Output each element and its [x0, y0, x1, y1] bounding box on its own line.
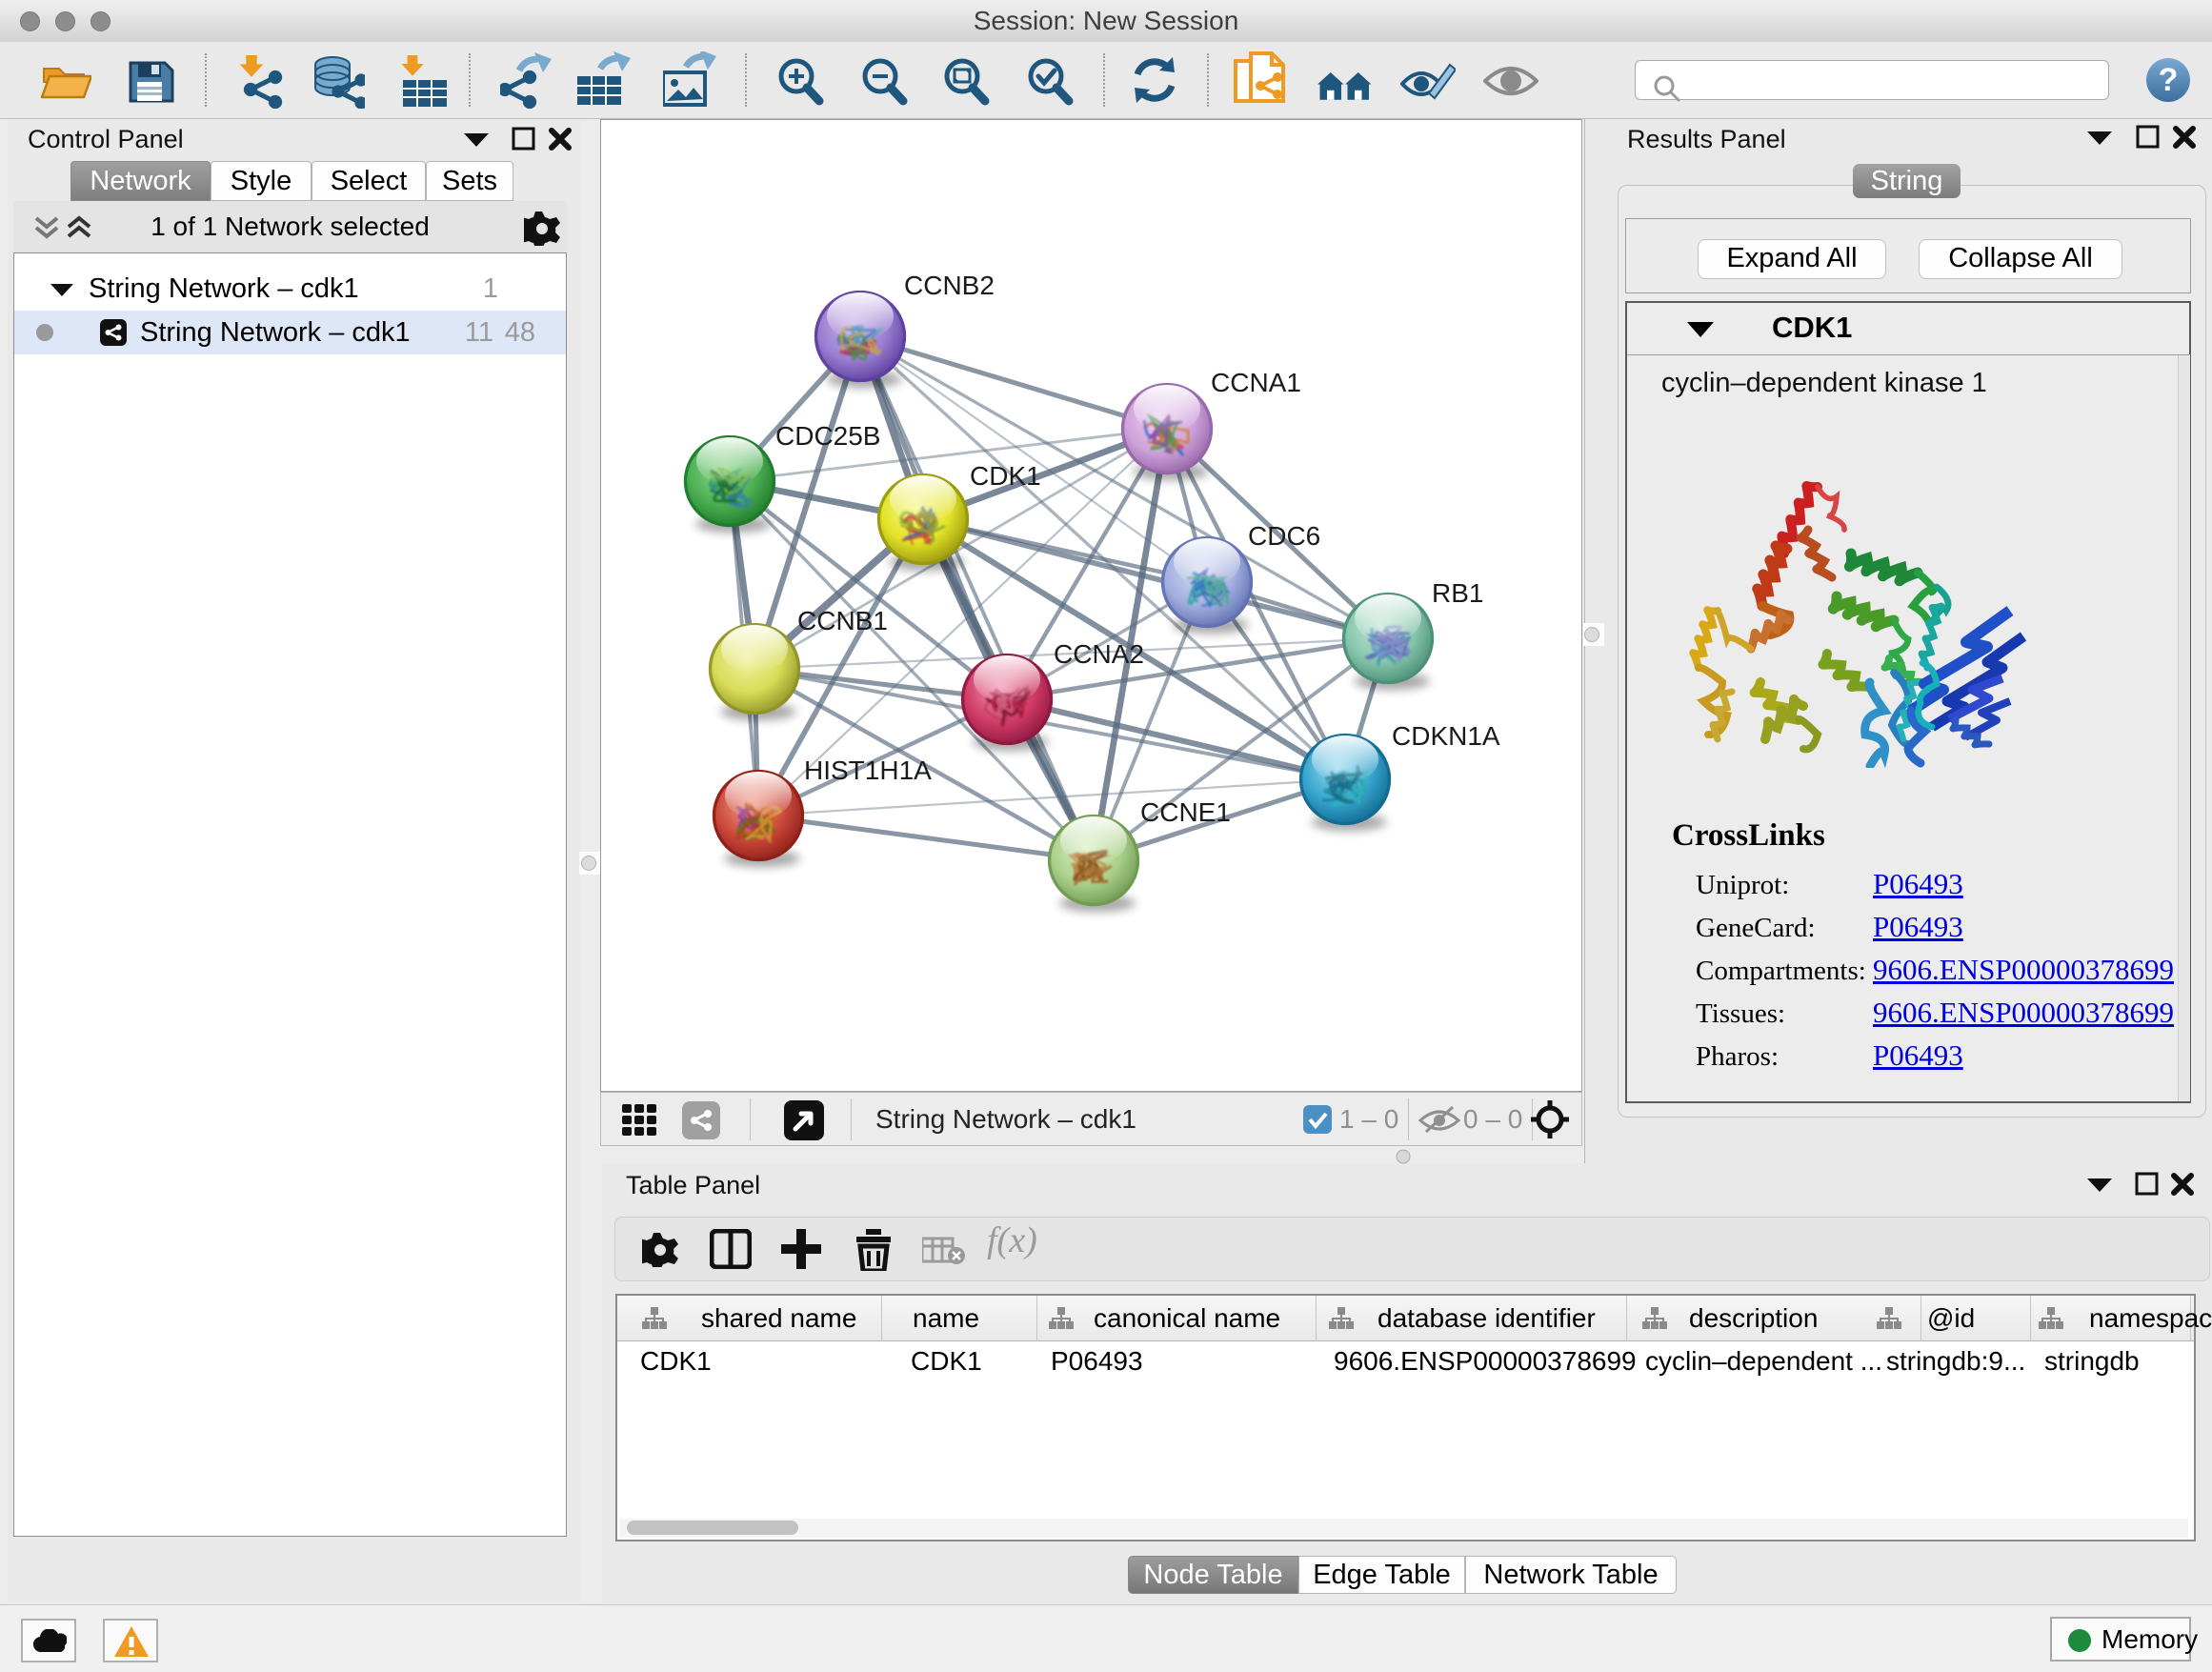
svg-text:CDC6: CDC6 [1248, 521, 1320, 551]
svg-text:CCNB1: CCNB1 [797, 606, 888, 635]
svg-text:HIST1H1A: HIST1H1A [804, 755, 932, 785]
svg-text:CCNB2: CCNB2 [904, 271, 995, 300]
svg-text:CCNE1: CCNE1 [1140, 797, 1231, 827]
svg-text:RB1: RB1 [1432, 578, 1483, 608]
svg-text:CCNA2: CCNA2 [1054, 639, 1144, 669]
svg-text:CDC25B: CDC25B [775, 421, 880, 451]
svg-text:CCNA1: CCNA1 [1211, 368, 1301, 397]
svg-text:CDK1: CDK1 [970, 461, 1041, 491]
svg-text:CDKN1A: CDKN1A [1392, 721, 1500, 751]
svg-text:?: ? [2159, 62, 2179, 98]
